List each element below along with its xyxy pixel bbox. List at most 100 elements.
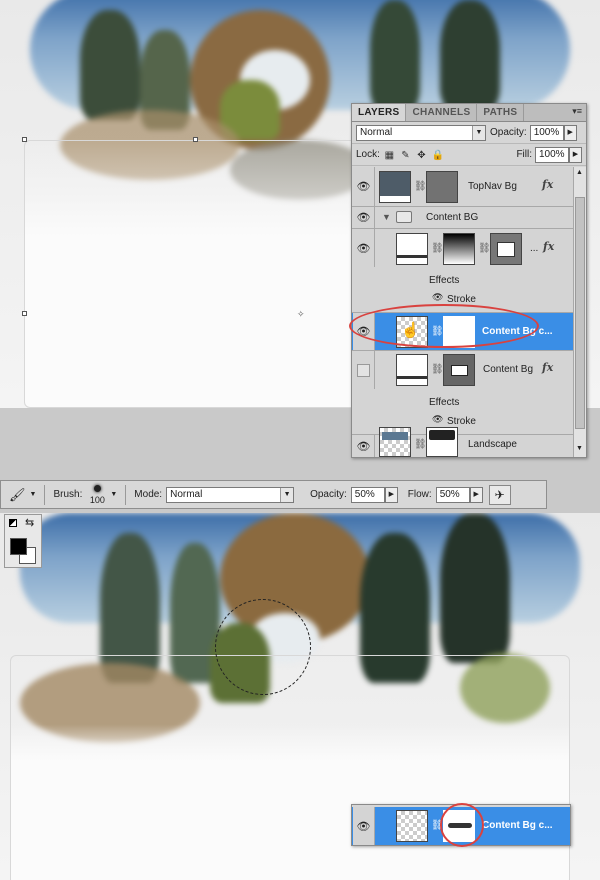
mask-thumbnail <box>426 427 458 457</box>
layer-row-landscape[interactable]: 👁 ⛓ Landscape <box>352 427 574 457</box>
mask-thumbnail <box>443 354 475 386</box>
layer-thumbnail <box>396 810 428 842</box>
scroll-up-icon[interactable]: ▲ <box>576 169 583 176</box>
layers-scrollbar[interactable]: ▲ ▼ <box>573 167 586 457</box>
effects-label: Effects <box>429 397 460 408</box>
brush-tool-icon[interactable]: 🖌 <box>9 487 26 503</box>
opacity-field[interactable]: 100% <box>529 124 564 141</box>
eye-icon[interactable]: 👁 <box>353 229 375 267</box>
layer-name: ... <box>530 243 539 254</box>
blend-mode-select[interactable]: Normal ▼ <box>356 124 486 141</box>
transform-handle[interactable] <box>193 137 198 142</box>
layer-thumbnail <box>379 171 411 203</box>
fx-icon[interactable]: fx <box>543 240 554 253</box>
eye-icon[interactable]: 👁 <box>353 207 375 228</box>
chain-icon: ⛓ <box>414 439 427 450</box>
effect-stroke-label: Stroke <box>447 416 476 427</box>
brush-size: 100 <box>89 494 105 505</box>
gradient-mask-thumbnail <box>443 233 475 265</box>
eye-icon[interactable]: 👁 <box>432 292 443 303</box>
lock-icons: ▦ ✎ ✥ 🔒 <box>384 149 448 161</box>
tab-layers[interactable]: LAYERS <box>352 104 407 121</box>
eye-icon[interactable]: 👁 <box>432 414 443 425</box>
layer-row-content-bg[interactable]: ⛓ Content Bg fx Effects 👁 Stroke <box>352 351 574 435</box>
layer-name: TopNav Bg <box>468 181 517 192</box>
folder-icon <box>396 211 412 223</box>
fill-label: Fill: <box>516 149 532 160</box>
disclosure-triangle-icon[interactable]: ▼ <box>382 212 391 222</box>
chain-icon: ⛓ <box>431 820 444 831</box>
options-bar: 🖌 ▼ Brush: 100 ▼ Mode: Normal ▼ Opacity:… <box>0 480 547 509</box>
mode-value: Normal <box>170 488 203 500</box>
flow-label: Flow: <box>407 489 432 500</box>
content-box <box>24 140 364 408</box>
layer-row-topnav[interactable]: 👁 ⛓ TopNav Bg fx <box>352 167 574 207</box>
panel-menu-icon[interactable]: ▾≡ <box>572 106 582 117</box>
fx-icon[interactable]: fx <box>542 178 553 191</box>
airbrush-icon[interactable]: ✈ <box>488 484 511 505</box>
opacity-label: Opacity: <box>490 127 527 138</box>
eye-icon[interactable]: 👁 <box>353 167 375 206</box>
lock-row: Lock: ▦ ✎ ✥ 🔒 Fill: 100% ▶ <box>352 144 586 166</box>
lock-position-icon[interactable]: ✥ <box>416 150 427 161</box>
layers-panel[interactable]: LAYERS CHANNELS PATHS ▾≡ Normal ▼ Opacit… <box>351 103 587 458</box>
layer-thumbnail <box>396 233 428 265</box>
highlight-oval <box>349 304 539 348</box>
lock-transparency-icon[interactable]: ▦ <box>384 150 395 161</box>
chevron-down-icon[interactable]: ▼ <box>110 491 117 498</box>
brush-label: Brush: <box>53 489 83 500</box>
default-colors-icon[interactable] <box>9 519 17 527</box>
brush-tip-icon <box>93 484 101 492</box>
mode-label: Mode: <box>134 489 163 500</box>
color-swatches: ⇆ <box>4 514 42 568</box>
brush-cursor <box>215 599 311 695</box>
crosshair-icon: ✧ <box>297 309 305 319</box>
swap-colors-icon[interactable]: ⇆ <box>25 516 34 529</box>
opacity-slider-button[interactable]: ▶ <box>563 124 577 141</box>
flow-field[interactable]: 50% <box>435 486 470 503</box>
brush-preset-picker[interactable]: 100 <box>88 484 106 505</box>
chevron-down-icon: ▼ <box>280 487 294 502</box>
layer-name: Content Bg c... <box>482 820 553 831</box>
layer-thumbnail <box>379 427 411 457</box>
fx-icon[interactable]: fx <box>542 361 553 374</box>
layer-group-content[interactable]: 👁 ▼ Content BG <box>352 207 574 229</box>
layer-name: Content BG <box>426 212 479 223</box>
blend-row: Normal ▼ Opacity: 100% ▶ <box>352 122 586 144</box>
content-box <box>10 655 570 880</box>
transform-handle[interactable] <box>22 137 27 142</box>
mode-select[interactable]: Normal ▼ <box>166 486 295 503</box>
mask-thumbnail <box>426 171 458 203</box>
lock-paint-icon[interactable]: ✎ <box>400 150 411 161</box>
layer-name: Content Bg <box>483 364 534 375</box>
vector-mask-thumbnail <box>490 233 522 265</box>
opacity-slider-button[interactable]: ▶ <box>384 486 398 503</box>
chain-icon: ⛓ <box>431 364 444 375</box>
fill-slider-button[interactable]: ▶ <box>569 146 582 163</box>
transform-handle[interactable] <box>22 311 27 316</box>
chain-icon: ⛓ <box>414 181 427 192</box>
chain-icon: ⛓ <box>431 243 444 254</box>
lock-label: Lock: <box>356 149 380 160</box>
opacity-label: Opacity: <box>310 489 347 500</box>
fill-field[interactable]: 100% <box>535 146 569 163</box>
flow-slider-button[interactable]: ▶ <box>469 486 483 503</box>
eye-icon[interactable]: 👁 <box>353 435 375 457</box>
layer-thumbnail <box>396 354 428 386</box>
layer-row-nested[interactable]: 👁 ⛓ ⛓ ... fx Effects 👁 Stroke <box>352 229 574 313</box>
opacity-field[interactable]: 50% <box>350 486 385 503</box>
chevron-down-icon[interactable]: ▼ <box>30 491 37 498</box>
lock-all-icon[interactable]: 🔒 <box>432 150 444 161</box>
tab-channels[interactable]: CHANNELS <box>406 104 478 121</box>
foreground-color-swatch[interactable] <box>10 538 27 555</box>
tab-paths[interactable]: PATHS <box>477 104 525 121</box>
visibility-toggle[interactable] <box>353 351 375 389</box>
scroll-down-icon[interactable]: ▼ <box>576 445 583 452</box>
scroll-thumb[interactable] <box>575 197 585 429</box>
chevron-down-icon: ▼ <box>472 125 485 140</box>
panel-tabs: LAYERS CHANNELS PATHS ▾≡ <box>352 104 586 122</box>
layer-name: Landscape <box>468 439 517 450</box>
eye-icon[interactable]: 👁 <box>353 807 375 845</box>
blend-mode-value: Normal <box>360 126 393 138</box>
chain-icon: ⛓ <box>478 243 491 254</box>
